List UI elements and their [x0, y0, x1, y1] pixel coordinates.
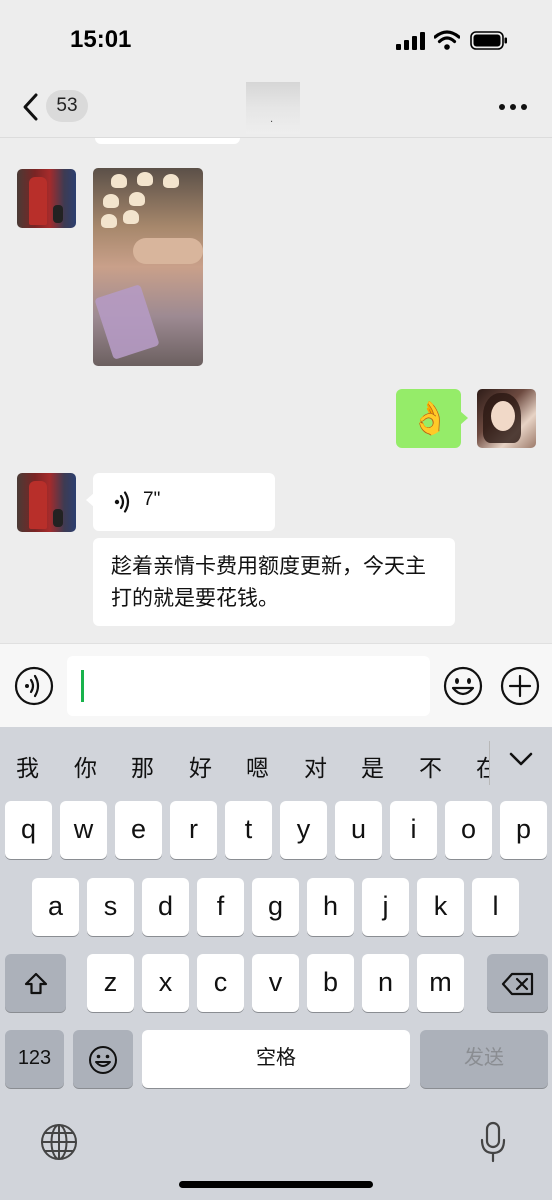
previous-message-edge [95, 138, 240, 144]
emoji-key[interactable] [73, 1030, 133, 1088]
message-input[interactable] [67, 656, 430, 716]
chat-header: 53 . [0, 80, 552, 138]
home-indicator [179, 1181, 373, 1188]
voice-wave-icon [114, 491, 130, 513]
space-key[interactable]: 空格 [142, 1030, 410, 1088]
candidate-word[interactable]: 我 [16, 749, 39, 783]
contact-avatar[interactable] [17, 473, 76, 532]
key-h[interactable]: h [307, 878, 354, 936]
chevron-down-icon[interactable] [508, 749, 534, 769]
text-caret [81, 670, 84, 702]
candidate-word[interactable]: 是 [361, 749, 384, 783]
key-r[interactable]: r [170, 801, 217, 859]
candidate-word[interactable]: 那 [131, 749, 154, 783]
ellipsis-icon[interactable] [498, 102, 528, 112]
key-y[interactable]: y [280, 801, 327, 859]
keyboard: 我 你 那 好 嗯 对 是 不 在 q w e r t y u i o p a … [0, 727, 552, 1200]
key-j[interactable]: j [362, 878, 409, 936]
emoji-icon [89, 1045, 117, 1074]
delete-key[interactable] [487, 954, 548, 1012]
key-e[interactable]: e [115, 801, 162, 859]
candidate-word[interactable]: 好 [189, 749, 212, 783]
voice-icon[interactable] [14, 666, 54, 706]
key-m[interactable]: m [417, 954, 464, 1012]
numbers-key[interactable]: 123 [5, 1030, 64, 1088]
key-p[interactable]: p [500, 801, 547, 859]
wifi-icon [434, 30, 460, 50]
key-v[interactable]: v [252, 954, 299, 1012]
key-o[interactable]: o [445, 801, 492, 859]
key-k[interactable]: k [417, 878, 464, 936]
key-d[interactable]: d [142, 878, 189, 936]
microphone-icon[interactable] [479, 1121, 507, 1163]
send-key[interactable]: 发送 [420, 1030, 548, 1088]
status-bar: 15:01 [0, 0, 552, 80]
candidate-word[interactable]: 在 [476, 749, 489, 783]
candidate-word[interactable]: 嗯 [246, 749, 269, 783]
chat-title-text: . [270, 114, 274, 125]
key-i[interactable]: i [390, 801, 437, 859]
key-w[interactable]: w [60, 801, 107, 859]
candidate-word[interactable]: 对 [304, 749, 327, 783]
candidate-word[interactable]: 你 [74, 749, 97, 783]
key-z[interactable]: z [87, 954, 134, 1012]
key-b[interactable]: b [307, 954, 354, 1012]
globe-icon[interactable] [40, 1123, 78, 1161]
status-time: 15:01 [70, 26, 132, 53]
battery-icon [470, 31, 507, 50]
key-x[interactable]: x [142, 954, 189, 1012]
key-u[interactable]: u [335, 801, 382, 859]
candidate-bar: 我 你 那 好 嗯 对 是 不 在 [0, 727, 552, 805]
shift-key[interactable] [5, 954, 66, 1012]
my-avatar[interactable] [477, 389, 536, 448]
key-l[interactable]: l [472, 878, 519, 936]
key-t[interactable]: t [225, 801, 272, 859]
voice-message[interactable]: 7" [86, 473, 275, 531]
ok-hand-emoji: 👌 [410, 399, 450, 437]
contact-avatar[interactable] [17, 169, 76, 228]
plus-icon[interactable] [500, 666, 540, 706]
backspace-icon [501, 972, 533, 995]
shift-icon [24, 972, 47, 994]
key-q[interactable]: q [5, 801, 52, 859]
key-a[interactable]: a [32, 878, 79, 936]
candidate-divider [489, 741, 490, 785]
chat-title: . [246, 82, 300, 134]
sent-emoji-message[interactable]: 👌 [396, 389, 468, 448]
key-s[interactable]: s [87, 878, 134, 936]
key-f[interactable]: f [197, 878, 244, 936]
input-bar [0, 643, 552, 727]
chevron-left-icon[interactable] [20, 92, 42, 122]
voice-duration: 7" [143, 489, 161, 510]
key-c[interactable]: c [197, 954, 244, 1012]
image-message[interactable] [93, 168, 203, 366]
candidate-word[interactable]: 不 [419, 749, 442, 783]
smiley-icon[interactable] [443, 666, 483, 706]
key-n[interactable]: n [362, 954, 409, 1012]
key-g[interactable]: g [252, 878, 299, 936]
unread-count-badge[interactable]: 53 [46, 90, 88, 122]
text-message[interactable]: 趁着亲情卡费用额度更新，今天主打的就是要花钱。 [93, 538, 455, 626]
signal-icon [396, 32, 425, 50]
